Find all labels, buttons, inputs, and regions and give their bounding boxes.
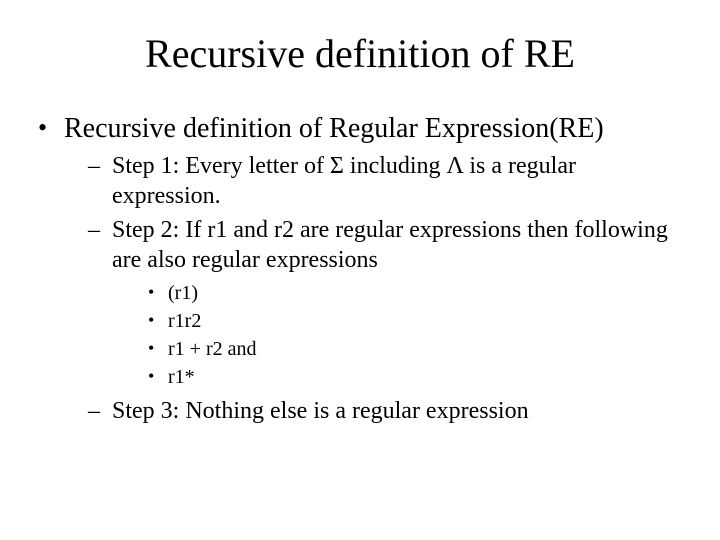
bullet-text: Recursive definition of Regular Expressi… [64, 113, 604, 144]
bullet-list-level2: Step 1: Every letter of Σ including Λ is… [88, 151, 684, 426]
step-text: Step 3: Nothing else is a regular expres… [112, 398, 529, 424]
list-item: r1 + r2 and [148, 337, 684, 362]
list-item: r1* [148, 365, 684, 390]
bullet-list-level1: Recursive definition of Regular Expressi… [36, 113, 684, 426]
list-item: Step 2: If r1 and r2 are regular express… [88, 215, 684, 390]
sub-text: (r1) [168, 282, 198, 304]
step-text: Step 1: Every letter of Σ including Λ is… [112, 153, 576, 209]
sub-text: r1r2 [168, 310, 201, 332]
slide: Recursive definition of RE Recursive def… [0, 0, 720, 540]
sub-text: r1* [168, 366, 195, 388]
list-item: r1r2 [148, 309, 684, 334]
step-text: Step 2: If r1 and r2 are regular express… [112, 217, 668, 273]
list-item: Step 3: Nothing else is a regular expres… [88, 396, 684, 426]
list-item: Recursive definition of Regular Expressi… [36, 113, 684, 426]
list-item: (r1) [148, 281, 684, 306]
slide-title: Recursive definition of RE [36, 30, 684, 77]
sub-text: r1 + r2 and [168, 338, 256, 360]
list-item: Step 1: Every letter of Σ including Λ is… [88, 151, 684, 211]
bullet-list-level3: (r1) r1r2 r1 + r2 and r1* [148, 281, 684, 390]
